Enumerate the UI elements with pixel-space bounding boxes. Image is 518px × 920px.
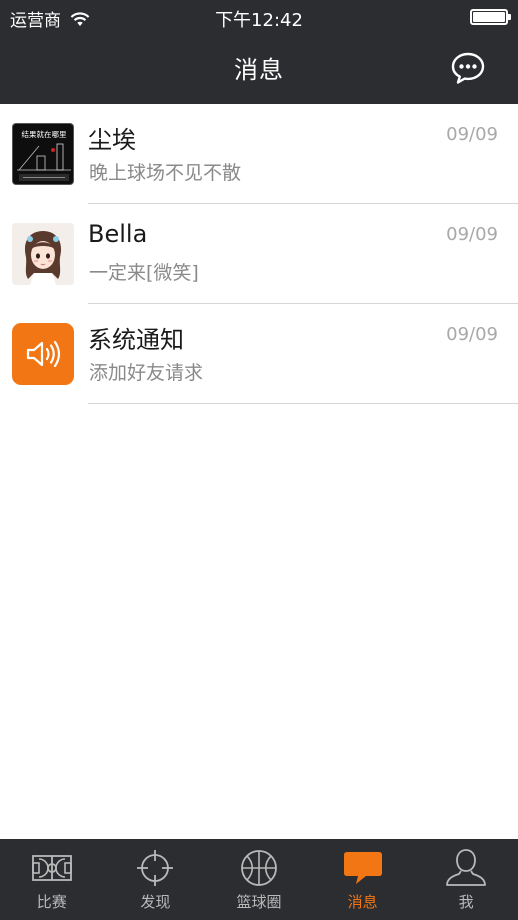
avatar-caption: 结果就在哪里: [22, 129, 67, 139]
message-date: 09/09: [446, 124, 498, 145]
tab-basketball-circle[interactable]: 篮球圈: [207, 839, 311, 920]
speaker-icon: [26, 340, 61, 368]
tab-bar: 比赛 发现 篮球圈 消息 我: [0, 839, 518, 920]
crosshair-icon: [137, 850, 174, 886]
conversation-row-system[interactable]: 系统通知 添加好友请求 09/09: [0, 304, 518, 404]
court-icon: [31, 855, 72, 881]
row-divider: [88, 403, 518, 404]
tab-label: 比赛: [36, 893, 67, 911]
court-photo-avatar: 结果就在哪里: [12, 123, 74, 185]
clock: 下午12:42: [215, 10, 303, 31]
basketball-icon: [241, 850, 277, 886]
contact-name: 尘埃: [88, 126, 136, 154]
tab-label: 发现: [140, 893, 171, 911]
message-preview: 添加好友请求: [89, 362, 204, 384]
tab-label: 消息: [347, 893, 378, 911]
tab-messages[interactable]: 消息: [311, 839, 415, 920]
tab-label: 我: [458, 893, 474, 911]
page-title: 消息: [234, 56, 284, 84]
status-bar: 运营商 下午12:42: [0, 0, 518, 34]
conversation-list: 结果就在哪里 尘埃 晚上球场不见不散 09/09 Bella 一定来[微笑] 0…: [0, 104, 518, 404]
message-date: 09/09: [446, 324, 498, 345]
system-notification-avatar: [12, 323, 74, 385]
contact-name: Bella: [88, 220, 148, 248]
tab-match[interactable]: 比赛: [0, 839, 104, 920]
tab-me[interactable]: 我: [414, 839, 518, 920]
message-preview: 一定来[微笑]: [89, 262, 199, 284]
girl-avatar: [12, 223, 74, 285]
tab-discover[interactable]: 发现: [104, 839, 208, 920]
contact-name: 系统通知: [88, 326, 184, 354]
chat-bubble-icon[interactable]: [450, 51, 486, 85]
message-icon: [343, 852, 382, 884]
conversation-row-bella[interactable]: Bella 一定来[微笑] 09/09: [0, 204, 518, 304]
navigation-bar: 消息: [0, 34, 518, 104]
conversation-row-chenai[interactable]: 结果就在哪里 尘埃 晚上球场不见不散 09/09: [0, 104, 518, 204]
message-date: 09/09: [446, 224, 498, 245]
person-icon: [446, 849, 487, 886]
battery-icon: [470, 9, 511, 25]
message-preview: 晚上球场不见不散: [89, 162, 242, 184]
tab-label: 篮球圈: [236, 893, 282, 911]
